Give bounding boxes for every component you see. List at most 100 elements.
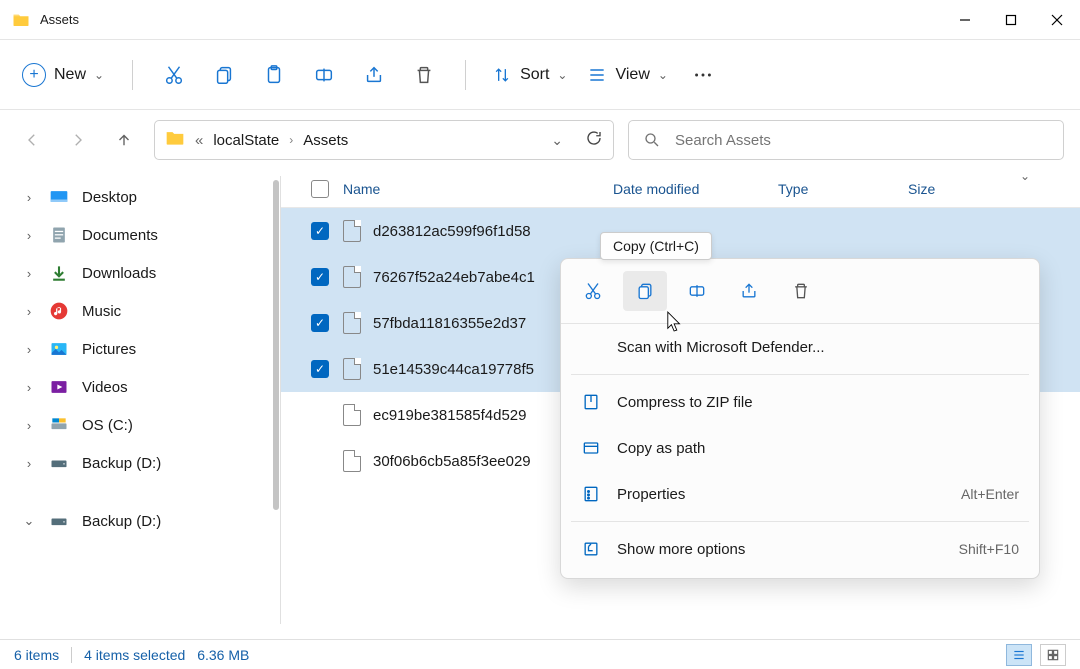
separator: [71, 647, 72, 663]
share-button[interactable]: [351, 55, 397, 95]
sidebar-item-music[interactable]: › Music: [8, 292, 275, 330]
close-button[interactable]: [1034, 0, 1080, 40]
rename-button[interactable]: [301, 55, 347, 95]
sidebar-scrollbar[interactable]: [273, 180, 279, 510]
sidebar-item-documents[interactable]: ›Documents: [8, 216, 275, 254]
back-button[interactable]: [16, 124, 48, 156]
ctx-cut-button[interactable]: [571, 271, 615, 311]
chevron-right-icon: ›: [22, 456, 36, 471]
file-name: ec919be381585f4d529: [373, 407, 527, 424]
sidebar-item-label: Downloads: [82, 265, 156, 282]
chevron-right-icon: ›: [22, 342, 36, 357]
file-checkbox[interactable]: ✓: [311, 360, 329, 378]
chevron-right-icon: ›: [22, 190, 36, 205]
sidebar-item-backup-d[interactable]: › Backup (D:): [8, 444, 275, 482]
sidebar-item-label: Videos: [82, 379, 128, 396]
plus-icon: +: [22, 63, 46, 87]
sidebar-item-backup-d-2[interactable]: ⌄ Backup (D:): [8, 502, 275, 540]
search-box[interactable]: [628, 120, 1064, 160]
ctx-share-button[interactable]: [727, 271, 771, 311]
ctx-rename-button[interactable]: [675, 271, 719, 311]
breadcrumb-current[interactable]: Assets: [303, 132, 348, 149]
chevron-right-icon: ›: [22, 266, 36, 281]
col-date[interactable]: Date modified: [613, 181, 778, 197]
sort-icon: [492, 65, 512, 85]
sidebar-item-videos[interactable]: › Videos: [8, 368, 275, 406]
sidebar-item-label: Music: [82, 303, 121, 320]
forward-button[interactable]: [62, 124, 94, 156]
context-menu: ·Scan with Microsoft Defender... Compres…: [560, 258, 1040, 579]
sidebar-item-desktop[interactable]: › Desktop: [8, 178, 275, 216]
view-button[interactable]: View ⌄: [579, 59, 675, 91]
chevron-right-icon: ›: [289, 133, 293, 147]
drive-icon: [48, 452, 70, 474]
file-name: 76267f52a24eb7abe4c1: [373, 269, 535, 286]
chevron-right-icon: ›: [22, 418, 36, 433]
copy-button[interactable]: [201, 55, 247, 95]
path-icon: [581, 438, 601, 458]
ctx-copy-button[interactable]: [623, 271, 667, 311]
file-icon: [343, 404, 361, 426]
sidebar-item-label: Backup (D:): [82, 455, 161, 472]
folder-icon: [165, 128, 185, 152]
sidebar-item-os-c[interactable]: › OS (C:): [8, 406, 275, 444]
sort-button[interactable]: Sort ⌄: [484, 59, 575, 91]
search-input[interactable]: [675, 132, 1049, 149]
breadcrumb-parent[interactable]: localState: [213, 132, 279, 149]
col-type[interactable]: Type: [778, 181, 908, 197]
ctx-copy-path[interactable]: Copy as path: [561, 425, 1039, 471]
delete-button[interactable]: [401, 55, 447, 95]
thumbnails-view-button[interactable]: [1040, 644, 1066, 666]
sidebar-item-label: Backup (D:): [82, 513, 161, 530]
chevron-right-icon: ›: [22, 304, 36, 319]
column-headers[interactable]: Name Date modified Type Size⌄: [281, 170, 1080, 208]
search-icon: [643, 131, 661, 149]
maximize-button[interactable]: [988, 0, 1034, 40]
ctx-scan[interactable]: ·Scan with Microsoft Defender...: [561, 324, 1039, 370]
sidebar-item-downloads[interactable]: › Downloads: [8, 254, 275, 292]
chevron-down-icon: ⌄: [1020, 169, 1030, 183]
chevron-down-icon: ⌄: [22, 513, 36, 529]
file-checkbox[interactable]: ✓: [311, 222, 329, 240]
separator: [465, 60, 466, 90]
status-bar: 6 items 4 items selected 6.36 MB: [0, 639, 1080, 669]
sidebar: › Desktop ›Documents › Downloads › Music ›P…: [0, 170, 280, 630]
breadcrumb[interactable]: « localState › Assets ⌄: [154, 120, 614, 160]
downloads-icon: [48, 262, 70, 284]
ctx-zip[interactable]: Compress to ZIP file: [561, 379, 1039, 425]
drive-icon: [48, 510, 70, 532]
minimize-button[interactable]: [942, 0, 988, 40]
ctx-properties[interactable]: PropertiesAlt+Enter: [561, 471, 1039, 517]
sidebar-item-pictures[interactable]: ›Pictures: [8, 330, 275, 368]
paste-button[interactable]: [251, 55, 297, 95]
cut-button[interactable]: [151, 55, 197, 95]
file-checkbox[interactable]: ✓: [311, 314, 329, 332]
file-checkbox[interactable]: ✓: [311, 268, 329, 286]
drive-icon: [48, 414, 70, 436]
separator: [571, 521, 1029, 522]
chevron-down-icon[interactable]: ⌄: [551, 132, 563, 149]
videos-icon: [48, 376, 70, 398]
file-name: 51e14539c44ca19778f5: [373, 361, 534, 378]
ctx-show-more[interactable]: Show more optionsShift+F10: [561, 526, 1039, 572]
details-view-button[interactable]: [1006, 644, 1032, 666]
more-icon: [581, 539, 601, 559]
window-title: Assets: [40, 12, 942, 27]
more-button[interactable]: [680, 55, 726, 95]
file-icon: [343, 266, 361, 288]
context-icon-row: [561, 265, 1039, 324]
col-name[interactable]: Name: [343, 181, 613, 197]
new-button[interactable]: + New ⌄: [18, 57, 114, 93]
status-size: 6.36 MB: [197, 647, 249, 663]
ctx-delete-button[interactable]: [779, 271, 823, 311]
desktop-icon: [48, 186, 70, 208]
separator: [132, 60, 133, 90]
chevron-right-icon: ›: [22, 380, 36, 395]
sidebar-item-label: Desktop: [82, 189, 137, 206]
up-button[interactable]: [108, 124, 140, 156]
sidebar-item-label: OS (C:): [82, 417, 133, 434]
select-all-checkbox[interactable]: [311, 180, 329, 198]
refresh-button[interactable]: [585, 129, 603, 151]
col-size[interactable]: Size⌄: [908, 181, 1080, 197]
new-label: New: [54, 66, 86, 84]
